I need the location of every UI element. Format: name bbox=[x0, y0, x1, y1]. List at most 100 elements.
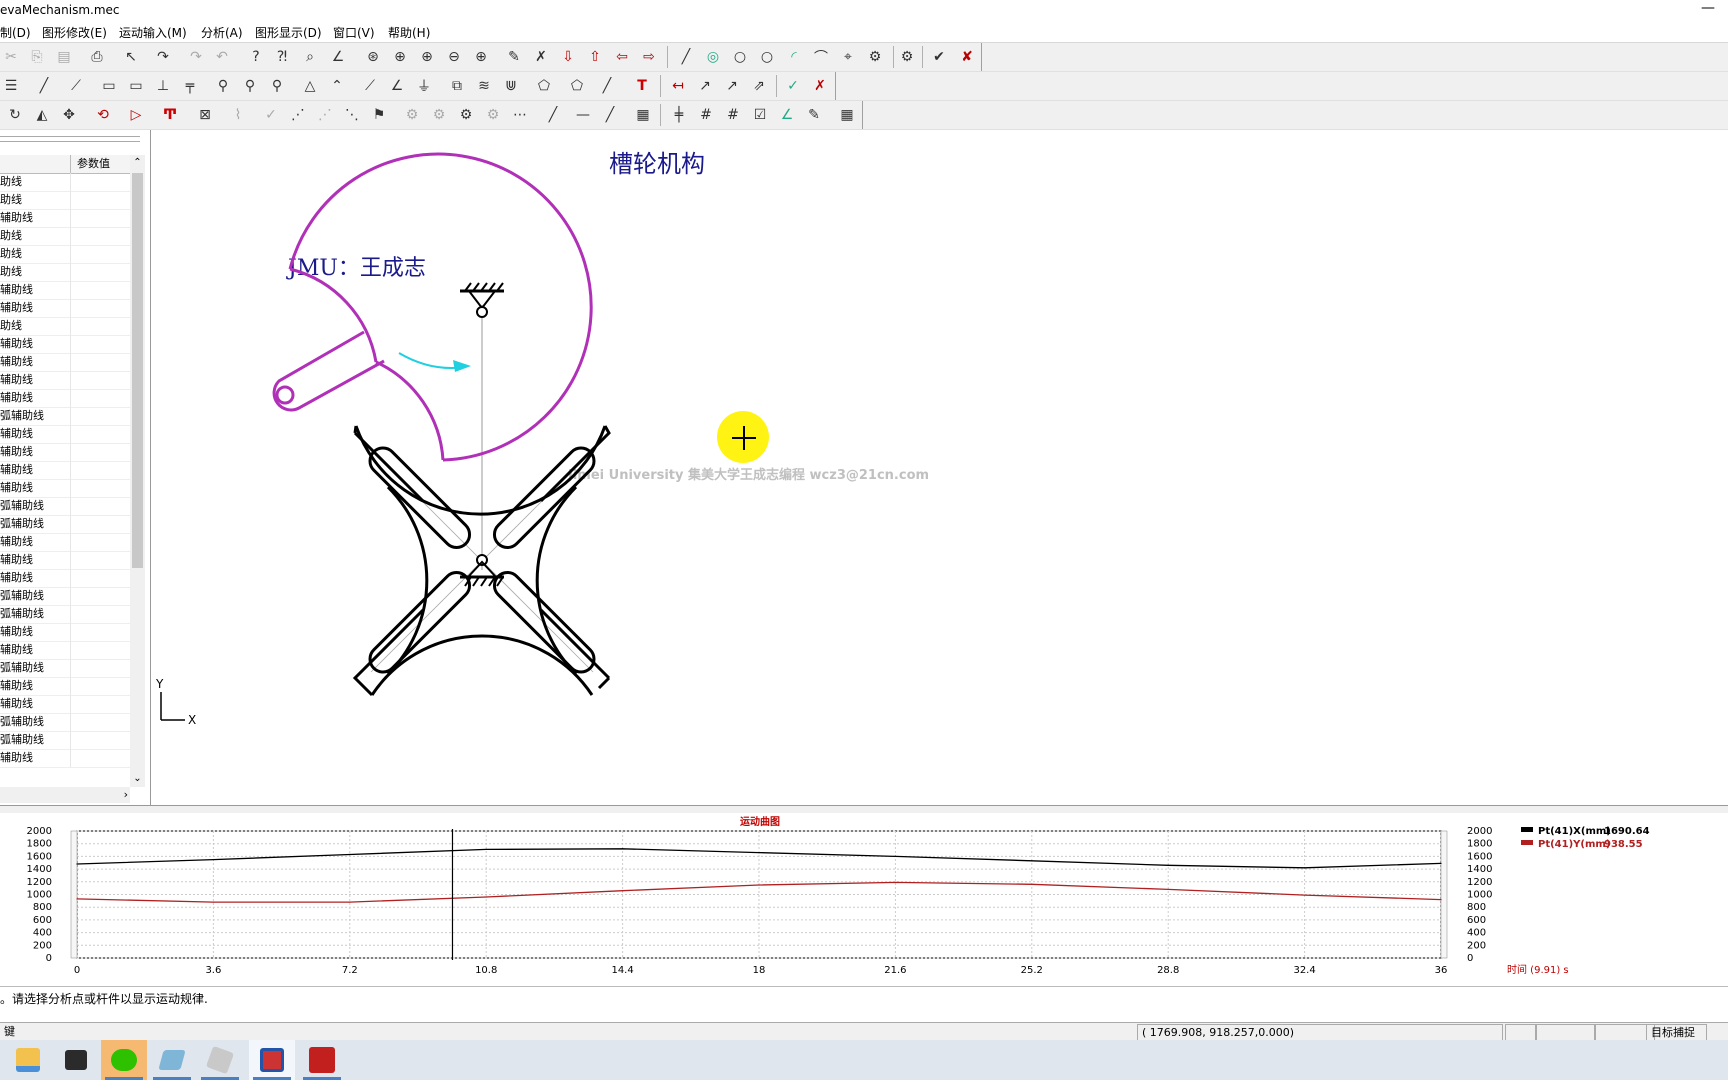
parameter-row[interactable]: 辅助线 bbox=[0, 461, 130, 480]
vertical-scrollbar[interactable]: ⌃ ⌄ bbox=[130, 155, 145, 787]
scroll-up-icon[interactable]: ⌃ bbox=[130, 155, 145, 171]
parameter-row[interactable]: 辅助线 bbox=[0, 551, 130, 570]
redo-icon[interactable]: ↷ bbox=[153, 47, 173, 67]
parameter-row[interactable]: 助线 bbox=[0, 173, 130, 192]
hline-icon[interactable]: — bbox=[573, 105, 593, 125]
gear-icon[interactable]: ⚙ bbox=[897, 47, 917, 67]
bar-icon[interactable]: ⟋ bbox=[66, 76, 86, 96]
scroll-down-icon[interactable]: ⌄ bbox=[130, 771, 145, 787]
undo-icon[interactable]: ↶ bbox=[212, 47, 232, 67]
velocity-icon[interactable]: ▷ bbox=[126, 105, 146, 125]
pentagon-icon[interactable]: ⬠ bbox=[567, 76, 587, 96]
hatch-icon[interactable]: ☰ bbox=[1, 76, 21, 96]
insert-up-icon[interactable]: ⇧ bbox=[585, 47, 605, 67]
parameter-row[interactable]: 弧辅助线 bbox=[0, 731, 130, 750]
menu-draw[interactable]: 制(D) bbox=[0, 24, 31, 41]
diag-line-icon[interactable]: ╱ bbox=[543, 105, 563, 125]
analysis-icon[interactable]: ⋰ bbox=[288, 105, 308, 125]
parameter-row[interactable]: 弧辅助线 bbox=[0, 515, 130, 534]
mirror-icon[interactable]: ◭ bbox=[32, 105, 52, 125]
menu-analysis[interactable]: 分析(A) bbox=[201, 24, 243, 41]
check-icon[interactable]: ✔ bbox=[929, 47, 949, 67]
crosshair-icon[interactable]: ⌖ bbox=[838, 47, 858, 67]
arrow-diag2-icon[interactable]: ↗ bbox=[722, 76, 742, 96]
parameter-row[interactable]: 辅助线 bbox=[0, 389, 130, 408]
context-help-icon[interactable]: ⁈ bbox=[272, 47, 292, 67]
parameter-row[interactable]: 弧辅助线 bbox=[0, 713, 130, 732]
parameter-row[interactable]: 弧辅助线 bbox=[0, 407, 130, 426]
trace-icon[interactable]: ⋯ bbox=[510, 105, 530, 125]
text-style-icon[interactable]: Ͳ bbox=[160, 105, 180, 125]
gear2-disabled-icon[interactable]: ⚙ bbox=[429, 105, 449, 125]
gear-anim-icon[interactable]: ⚙ bbox=[456, 105, 476, 125]
parameter-row[interactable]: 助线 bbox=[0, 245, 130, 264]
motion-icon[interactable]: ⟲ bbox=[93, 105, 113, 125]
print-icon[interactable]: ⎙ bbox=[87, 47, 107, 67]
parameter-row[interactable]: 助线 bbox=[0, 317, 130, 336]
dimension-icon[interactable]: ⟋ bbox=[360, 76, 380, 96]
fix-icon[interactable]: ✓ bbox=[783, 76, 803, 96]
parameter-row[interactable]: 辅助线 bbox=[0, 479, 130, 498]
parameter-row[interactable]: 辅助线 bbox=[0, 641, 130, 660]
circle-icon[interactable]: ○ bbox=[730, 47, 750, 67]
parameter-row[interactable]: 辅助线 bbox=[0, 695, 130, 714]
zoom-all-icon[interactable]: ⊛ bbox=[363, 47, 383, 67]
snap-box-icon[interactable]: ☑ bbox=[750, 105, 770, 125]
arc-icon[interactable]: ◜ bbox=[784, 47, 804, 67]
snap-angle-icon[interactable]: ∠ bbox=[777, 105, 797, 125]
gear-disabled-icon[interactable]: ⚙ bbox=[402, 105, 422, 125]
copy-icon[interactable]: ⎘ bbox=[27, 47, 47, 67]
parameter-row[interactable]: 辅助线 bbox=[0, 425, 130, 444]
menu-modify[interactable]: 图形修改(E) bbox=[42, 24, 107, 41]
parameter-row[interactable]: 辅助线 bbox=[0, 443, 130, 462]
panel-grip[interactable] bbox=[0, 136, 140, 142]
scroll-right-icon[interactable]: › bbox=[124, 787, 128, 803]
parameter-row[interactable]: 助线 bbox=[0, 227, 130, 246]
zoom-in-icon[interactable]: ⊕ bbox=[417, 47, 437, 67]
magnet-icon[interactable]: ⋓ bbox=[501, 76, 521, 96]
parameter-row[interactable]: 辅助线 bbox=[0, 209, 130, 228]
graph-icon[interactable]: ⌇ bbox=[228, 105, 248, 125]
parameter-row[interactable]: 辅助线 bbox=[0, 569, 130, 588]
tick-icon[interactable]: ✓ bbox=[261, 105, 281, 125]
table-icon[interactable]: ▦ bbox=[633, 105, 653, 125]
diag-line2-icon[interactable]: ╱ bbox=[600, 105, 620, 125]
menu-help[interactable]: 帮助(H) bbox=[388, 24, 430, 41]
multi-arrow-icon[interactable]: ⇗ bbox=[749, 76, 769, 96]
grid-fine-icon[interactable]: # bbox=[723, 105, 743, 125]
upper-pivot[interactable] bbox=[460, 282, 504, 318]
polyline-icon[interactable]: ⌃ bbox=[327, 76, 347, 96]
rotate-icon[interactable]: ↻ bbox=[5, 105, 25, 125]
tools-icon[interactable] bbox=[197, 1040, 243, 1080]
grid-icon[interactable]: # bbox=[696, 105, 716, 125]
minimize-button[interactable]: — bbox=[1688, 0, 1728, 22]
parameter-row[interactable]: 辅助线 bbox=[0, 371, 130, 390]
query-icon[interactable]: ⌕ bbox=[300, 47, 320, 67]
parameter-row[interactable]: 弧辅助线 bbox=[0, 605, 130, 624]
parameter-row[interactable]: 辅助线 bbox=[0, 299, 130, 318]
rack-icon[interactable]: ╤ bbox=[180, 76, 200, 96]
slash-icon[interactable]: ╱ bbox=[597, 76, 617, 96]
brush-icon[interactable]: ✎ bbox=[804, 105, 824, 125]
lower-pivot[interactable] bbox=[460, 554, 504, 587]
unfix-icon[interactable]: ✗ bbox=[810, 76, 830, 96]
redo2-icon[interactable]: ↷ bbox=[186, 47, 206, 67]
parameter-row[interactable]: 辅助线 bbox=[0, 749, 130, 768]
group-icon[interactable]: ⧉ bbox=[447, 76, 467, 96]
triangle-icon[interactable]: △ bbox=[300, 76, 320, 96]
analysis2-icon[interactable]: ⋰ bbox=[315, 105, 335, 125]
parameter-row[interactable]: 辅助线 bbox=[0, 677, 130, 696]
analysis3-icon[interactable]: ⋱ bbox=[342, 105, 362, 125]
frame-icon[interactable]: ⊠ bbox=[195, 105, 215, 125]
menu-display[interactable]: 图形显示(D) bbox=[255, 24, 322, 41]
slider-guide-icon[interactable]: ⊥ bbox=[153, 76, 173, 96]
measure-icon[interactable]: ∠ bbox=[328, 47, 348, 67]
pointer-icon[interactable]: ↖ bbox=[121, 47, 141, 67]
delete-point-icon[interactable]: ✗ bbox=[531, 47, 551, 67]
parameter-row[interactable]: 助线 bbox=[0, 263, 130, 282]
edit-point-icon[interactable]: ✎ bbox=[504, 47, 524, 67]
parameter-row[interactable]: 辅助线 bbox=[0, 335, 130, 354]
crank-disc[interactable] bbox=[272, 152, 593, 462]
parameter-row[interactable]: 辅助线 bbox=[0, 533, 130, 552]
cam-icon[interactable]: ⚙ bbox=[865, 47, 885, 67]
